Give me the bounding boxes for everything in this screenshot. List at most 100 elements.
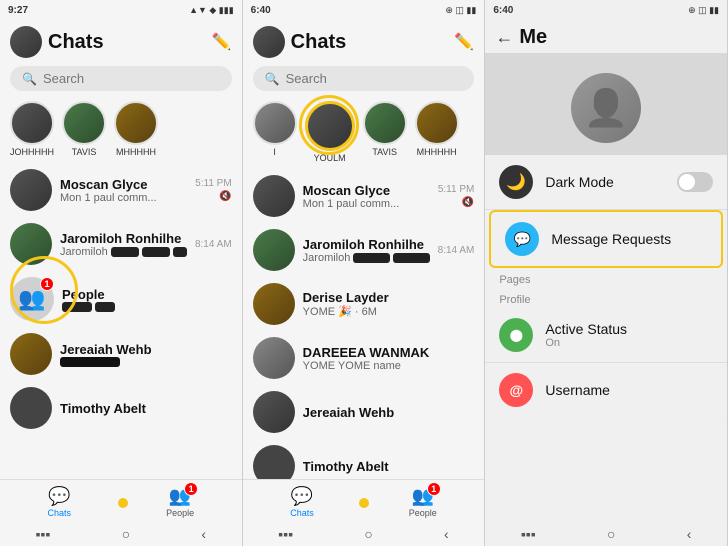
chat-name: Jaromiloh Ronhilhe — [60, 231, 187, 246]
username-title: Username — [545, 382, 713, 398]
story-item[interactable]: YOULM — [305, 101, 355, 163]
story-avatar — [62, 101, 106, 145]
stories-row-1: JOHHHHH TAVIS MHHHHH — [0, 95, 242, 163]
search-bar-1[interactable]: 🔍 — [10, 66, 232, 91]
story-item[interactable]: TAVIS — [62, 101, 106, 157]
story-avatar — [415, 101, 459, 145]
chat-avatar — [253, 445, 295, 479]
story-label: TAVIS — [372, 147, 397, 157]
pages-section-label: Pages — [485, 268, 727, 288]
edit-icon-1[interactable]: ✏️ — [212, 32, 232, 52]
moon-icon: 🌙 — [506, 172, 526, 192]
chat-item[interactable]: Moscan Glyce Mon 1 paul comm... 5:11 PM … — [249, 169, 479, 223]
sys-home-1[interactable]: ○ — [122, 526, 130, 542]
username-item[interactable]: @ Username — [485, 363, 727, 418]
chat-name: Jereaiah Wehb — [60, 342, 232, 357]
chat-item[interactable]: Timothy Abelt — [6, 381, 236, 435]
story-item[interactable]: MHHHHH — [114, 101, 158, 157]
stories-row-2: I YOULM TAVIS MHHHHH — [243, 95, 485, 169]
sys-home-3[interactable]: ○ — [607, 526, 615, 542]
people-tab[interactable]: 👥 1 People — [6, 271, 236, 327]
message-requests-item[interactable]: 💬 Message Requests — [489, 210, 723, 268]
chat-preview: YOME YOME name — [303, 360, 475, 372]
chat-info: Jereaiah Wehb — [303, 405, 475, 420]
story-item[interactable]: TAVIS — [363, 101, 407, 163]
chat-avatar — [10, 387, 52, 429]
people-icon-symbol: 👥 — [18, 286, 45, 312]
search-icon-1: 🔍 — [22, 72, 37, 86]
sys-back-2[interactable]: ‹ — [444, 526, 449, 542]
message-requests-icon: 💬 — [505, 222, 539, 256]
chat-meta: 5:11 PM 🔇 — [195, 178, 232, 202]
people-label: People — [62, 287, 232, 302]
nav-people-1[interactable]: 👥 People 1 — [166, 486, 194, 518]
sys-menu-3[interactable]: ▪▪▪ — [521, 526, 536, 542]
chat-info: Timothy Abelt — [303, 459, 475, 474]
sys-back-1[interactable]: ‹ — [201, 526, 206, 542]
chat-preview: Jaromiloh — [303, 252, 430, 264]
chat-item[interactable]: Derise Layder YOME 🎉 · 6M — [249, 277, 479, 331]
search-bar-2[interactable]: 🔍 — [253, 66, 475, 91]
sys-menu-1[interactable]: ▪▪▪ — [36, 526, 51, 542]
chat-time: 5:11 PM — [438, 184, 475, 195]
chat-item[interactable]: Jaromiloh Ronhilhe Jaromiloh 8:14 AM — [6, 217, 236, 271]
chat-item[interactable]: Jereaiah Wehb — [249, 385, 479, 439]
sys-nav-2: ▪▪▪ ○ ‹ — [243, 522, 485, 546]
panel-1: 9:27 ▲▼ ◆ ▮▮▮ Chats ✏️ 🔍 JOHHHHH TAVIS M… — [0, 0, 243, 546]
me-avatar-wrap: 👤 — [485, 53, 727, 155]
chat-name: Timothy Abelt — [303, 459, 475, 474]
chat-name: DAREEEA WANMAK — [303, 345, 475, 360]
people-nav-label: People — [166, 508, 194, 518]
chat-meta: 5:11 PM 🔇 — [438, 184, 475, 208]
chat-preview: Mon 1 paul comm... — [303, 198, 430, 210]
story-label: MHHHHH — [116, 147, 156, 157]
story-item[interactable]: MHHHHH — [415, 101, 459, 163]
people-badge: 1 — [40, 277, 54, 291]
sys-back-3[interactable]: ‹ — [687, 526, 692, 542]
story-label: TAVIS — [72, 147, 97, 157]
chat-avatar — [10, 223, 52, 265]
dark-mode-text: Dark Mode — [545, 174, 665, 190]
active-status-icon: ⬤ — [499, 318, 533, 352]
chat-info: Moscan Glyce Mon 1 paul comm... — [60, 177, 187, 204]
chat-avatar — [253, 391, 295, 433]
chat-time: 8:14 AM — [195, 239, 232, 250]
status-icons-2: ⊕ ◫ ▮▮ — [445, 5, 476, 16]
header-avatar-2 — [253, 26, 285, 58]
chat-item[interactable]: Moscan Glyce Mon 1 paul comm... 5:11 PM … — [6, 163, 236, 217]
chat-list-1: Moscan Glyce Mon 1 paul comm... 5:11 PM … — [0, 163, 242, 479]
edit-icon-2[interactable]: ✏️ — [454, 32, 474, 52]
page-title-1: Chats — [48, 31, 206, 54]
chat-item[interactable]: DAREEEA WANMAK YOME YOME name — [249, 331, 479, 385]
nav-chats-1[interactable]: 💬 Chats — [48, 486, 72, 518]
chat-avatar — [10, 333, 52, 375]
chat-preview: Mon 1 paul comm... — [60, 192, 187, 204]
chat-avatar — [253, 337, 295, 379]
nav-people-badge: 1 — [184, 482, 198, 496]
header-avatar-1 — [10, 26, 42, 58]
chat-time: 5:11 PM — [195, 178, 232, 189]
story-item[interactable]: I — [253, 101, 297, 163]
header-2: Chats ✏️ — [243, 20, 485, 62]
active-status-item[interactable]: ⬤ Active Status On — [485, 308, 727, 363]
status-bar-2: 6:40 ⊕ ◫ ▮▮ — [243, 0, 485, 20]
me-avatar: 👤 — [571, 73, 641, 143]
story-item[interactable]: JOHHHHH — [10, 101, 54, 157]
search-input-2[interactable] — [286, 71, 463, 86]
story-avatar — [10, 101, 54, 145]
people-preview — [62, 302, 232, 312]
chat-item[interactable]: Jaromiloh Ronhilhe Jaromiloh 8:14 AM — [249, 223, 479, 277]
status-bar-1: 9:27 ▲▼ ◆ ▮▮▮ — [0, 0, 242, 20]
chat-item[interactable]: Jereaiah Wehb — [6, 327, 236, 381]
back-button[interactable]: ← — [495, 27, 513, 48]
chat-info: Jereaiah Wehb — [60, 342, 232, 367]
people-info: People — [62, 287, 232, 312]
nav-people-2[interactable]: 👥 People 1 — [409, 486, 437, 518]
dark-mode-item[interactable]: 🌙 Dark Mode — [485, 155, 727, 210]
chat-item[interactable]: Timothy Abelt — [249, 439, 479, 479]
dark-mode-toggle[interactable] — [677, 172, 713, 192]
nav-chats-2[interactable]: 💬 Chats — [290, 486, 314, 518]
sys-menu-2[interactable]: ▪▪▪ — [278, 526, 293, 542]
search-input-1[interactable] — [43, 71, 220, 86]
sys-home-2[interactable]: ○ — [364, 526, 372, 542]
